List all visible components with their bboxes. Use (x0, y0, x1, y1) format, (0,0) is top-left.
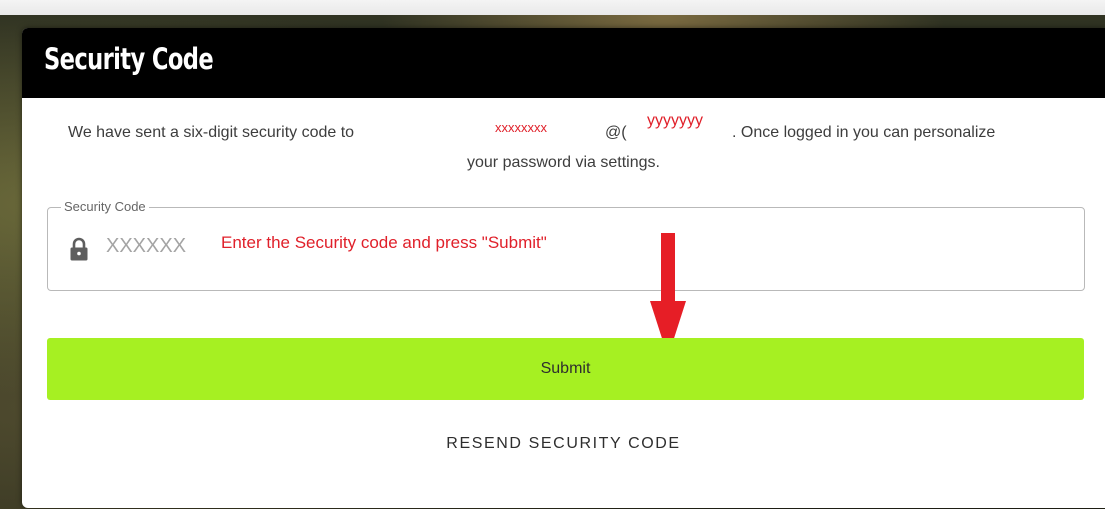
lock-icon (70, 237, 88, 261)
dialog-header: Security Code (22, 28, 1105, 98)
security-code-dialog: Security Code We have sent a six-digit s… (22, 28, 1105, 508)
submit-button[interactable]: Submit (47, 338, 1084, 400)
redacted-username: xxxxxxxx (495, 120, 547, 135)
message-line-2: your password via settings. (467, 154, 660, 171)
security-code-field: Security Code Enter the Security code an… (47, 199, 1085, 291)
message-prefix: We have sent a six-digit security code t… (68, 124, 355, 141)
message-suffix: . Once logged in you can personalize (732, 124, 996, 141)
email-at-sign: @( (605, 124, 627, 141)
dialog-title: Security Code (44, 42, 214, 76)
annotation-hint-text: Enter the Security code and press "Submi… (221, 233, 547, 252)
top-strip (0, 0, 1105, 15)
resend-security-code-link[interactable]: RESEND SECURITY CODE (22, 435, 1105, 453)
security-code-label: Security Code (61, 199, 149, 215)
redacted-domain: yyyyyyy (647, 112, 703, 129)
security-code-input[interactable] (106, 230, 216, 262)
